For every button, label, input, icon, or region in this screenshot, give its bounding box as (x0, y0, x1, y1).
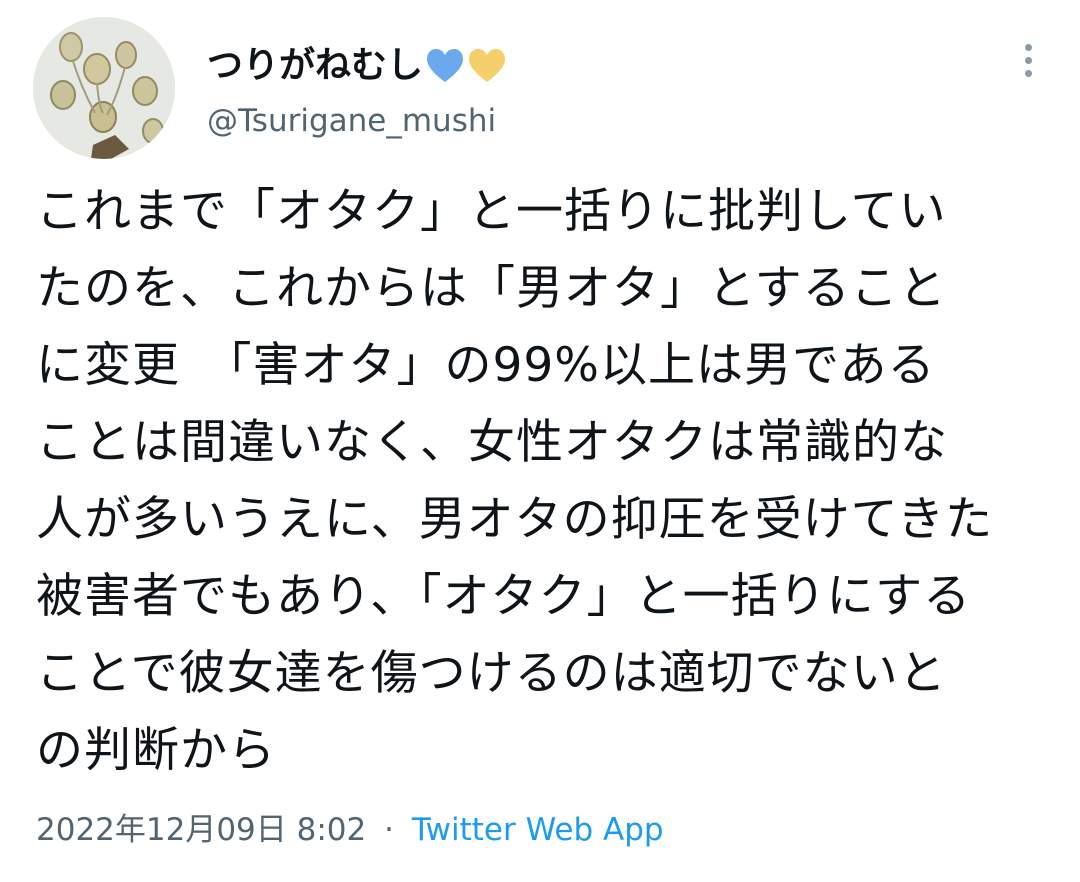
tweet-text-line: ことは間違いなく、女性オタクは常識的な (36, 415, 948, 470)
avatar[interactable] (33, 17, 175, 159)
author-name-row[interactable]: つりがねむし (207, 40, 507, 92)
more-dot-icon (1024, 69, 1032, 77)
tweet-text-line: の判断から (36, 723, 276, 778)
more-dot-icon (1024, 56, 1032, 64)
tweet-timestamp[interactable]: 2022年12月09日 8:02 (36, 812, 366, 848)
blue-heart-icon (425, 48, 465, 84)
tweet-text-line: ことで彼女達を傷つけるのは適切でないと (36, 646, 947, 701)
author-display-name[interactable]: つりがねむし (207, 40, 423, 92)
tweet-source-link[interactable]: Twitter Web App (412, 812, 664, 848)
author-handle[interactable]: @Tsurigane_mushi (207, 99, 496, 143)
tweet-text-line: たのを、これからは「男オタ」とすること (36, 261, 947, 316)
tweet-text: これまで「オタク」と一括りに批判してい たのを、これからは「男オタ」とすること … (36, 173, 1046, 789)
yellow-heart-icon (467, 48, 507, 84)
tweet-text-line: これまで「オタク」と一括りに批判してい (36, 184, 947, 239)
tweet-text-line: 被害者でもあり、「オタク」と一括りにする (36, 569, 972, 624)
vorticella-microscope-avatar (33, 17, 175, 159)
more-options-button[interactable] (1006, 38, 1050, 82)
tweet-metadata: 2022年12月09日 8:02 · Twitter Web App (36, 808, 664, 852)
tweet-text-line: 人が多いうえに、男オタの抑圧を受けてきた (36, 492, 994, 547)
meta-separator: · (384, 812, 394, 848)
more-dot-icon (1024, 43, 1032, 51)
tweet-text-line: に変更 「害オタ」の99%以上は男である (36, 338, 936, 393)
